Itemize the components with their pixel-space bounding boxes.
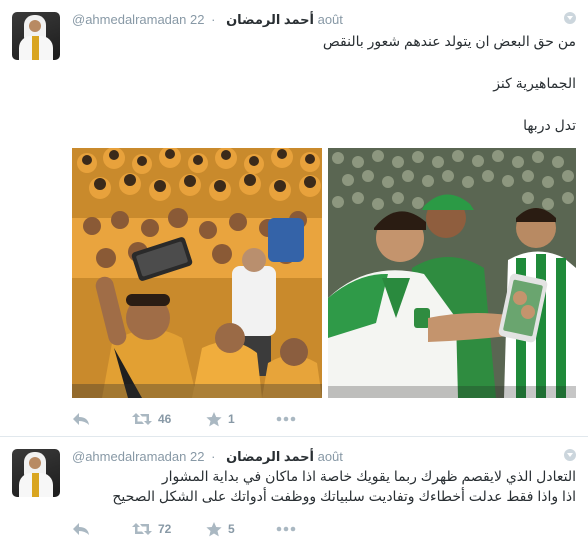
tweet-header: @ahmedalramadan أحمد الرمضان · 22 août <box>72 449 343 465</box>
tweet[interactable]: @ahmedalramadan أحمد الرمضان · 22 août م… <box>0 0 588 437</box>
favorite-count: 1 <box>228 412 235 426</box>
players-selfie-image <box>328 148 576 398</box>
reply-button[interactable] <box>72 519 132 539</box>
avatar[interactable] <box>12 449 60 497</box>
reply-icon <box>73 413 89 425</box>
reply-button[interactable] <box>72 409 132 429</box>
separator: · <box>211 12 216 27</box>
display-name[interactable]: أحمد الرمضان <box>226 12 314 27</box>
tweet-photo[interactable] <box>328 148 576 398</box>
avatar-scarf <box>32 36 39 60</box>
tweet-text-line: تدل دربها <box>523 117 576 133</box>
caret-icon[interactable] <box>564 12 576 24</box>
tweet-header: @ahmedalramadan أحمد الرمضان · 22 août <box>72 12 343 28</box>
more-button[interactable] <box>276 409 296 429</box>
team-selfie-image <box>72 148 322 398</box>
retweet-icon <box>132 523 152 535</box>
reply-icon <box>73 523 89 535</box>
avatar[interactable] <box>12 12 60 60</box>
username[interactable]: @ahmedalramadan <box>72 12 186 27</box>
display-name[interactable]: أحمد الرمضان <box>226 449 314 464</box>
tweet-actions: 46 1 <box>72 409 296 429</box>
favorite-count: 5 <box>228 522 235 536</box>
tweet-actions: 72 5 <box>72 519 296 539</box>
avatar-scarf <box>32 473 39 497</box>
retweet-icon <box>132 413 152 425</box>
retweet-button[interactable]: 46 <box>132 409 206 429</box>
separator: · <box>211 449 216 464</box>
tweet-text-line: التعادل الذي لايقصم ظهرك ربما يقويك خاصة… <box>161 468 576 484</box>
retweet-count: 46 <box>158 412 172 426</box>
avatar-face <box>29 20 41 32</box>
favorite-button[interactable]: 5 <box>206 519 276 539</box>
more-button[interactable] <box>276 519 296 539</box>
tweet[interactable]: @ahmedalramadan أحمد الرمضان · 22 août ا… <box>0 437 588 547</box>
caret-icon[interactable] <box>564 449 576 461</box>
retweet-button[interactable]: 72 <box>132 519 206 539</box>
retweet-count: 72 <box>158 522 172 536</box>
more-icon <box>276 416 296 422</box>
tweet-text-line: اذا واذا فقط عدلت أخطاءك وتفاديت سلبياتك… <box>112 488 576 504</box>
tweet-photo[interactable] <box>72 148 322 398</box>
star-icon <box>206 521 222 536</box>
tweet-text-line: الجماهيرية كنز <box>493 75 576 91</box>
avatar-face <box>29 457 41 469</box>
more-icon <box>276 526 296 532</box>
username[interactable]: @ahmedalramadan <box>72 449 186 464</box>
star-icon <box>206 411 222 426</box>
tweet-text-line: من حق البعض ان يتولد عندهم شعور بالنقص <box>322 33 576 49</box>
favorite-button[interactable]: 1 <box>206 409 276 429</box>
